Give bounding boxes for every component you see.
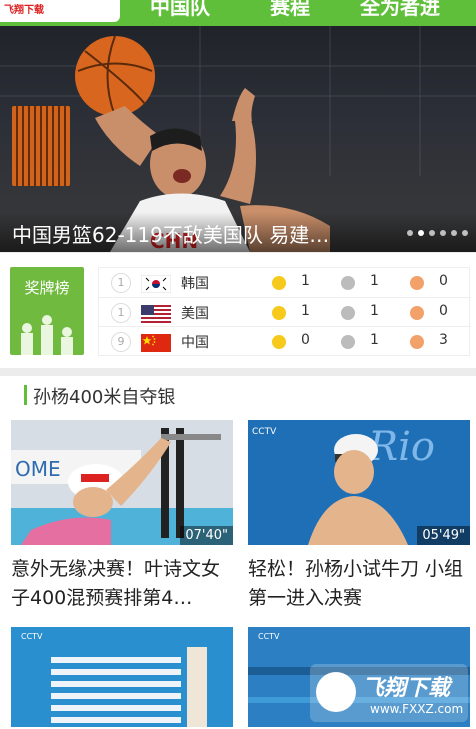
- gold-count: 1: [301, 273, 310, 289]
- gold-medal-icon: [272, 276, 286, 290]
- video-thumbnail[interactable]: OME 07'40": [11, 420, 233, 545]
- podium-icon: [22, 323, 32, 333]
- medal-table[interactable]: 1 韩国 1 1 0 1 美国 1 1 0 9 中国 0 1 3: [98, 267, 471, 356]
- podium-bar: [61, 337, 73, 355]
- country-name: 美国: [181, 306, 209, 322]
- carousel-dot[interactable]: [407, 230, 413, 236]
- podium-icon: [42, 315, 52, 325]
- silver-count: 1: [370, 303, 379, 319]
- section-accent-bar: [24, 385, 27, 405]
- country-name: 中国: [181, 335, 209, 351]
- carousel-dots: [407, 230, 468, 236]
- medal-row[interactable]: 9 中国 0 1 3: [99, 326, 471, 355]
- medal-table-badge[interactable]: 奖牌榜: [10, 267, 84, 355]
- podium-bar: [41, 325, 53, 355]
- carousel-dot-active[interactable]: [418, 230, 424, 236]
- video-duration: 05'49": [417, 526, 470, 545]
- watermark-url: www.FXXZ.com: [370, 702, 464, 716]
- bronze-count: 0: [439, 273, 448, 289]
- tab-third[interactable]: 全为者进: [360, 0, 440, 20]
- medal-panel: 奖牌榜 1 韩国 1 1 0 1 美国 1 1 0 9 中国 0 1 3: [0, 253, 476, 368]
- rank-badge: 1: [111, 273, 131, 293]
- top-nav: 飞翔下载 www.FXXZ.com 中国队 赛程 全为者进: [0, 0, 476, 38]
- silver-medal-icon: [341, 276, 355, 290]
- podium-icon: [62, 327, 72, 337]
- silver-count: 1: [370, 332, 379, 348]
- bronze-medal-icon: [410, 306, 424, 320]
- section-header: 孙杨400米自夺银: [0, 376, 476, 416]
- video-thumbnail[interactable]: Rio CCTV 05'49": [248, 420, 470, 545]
- south-korea-flag-icon: [141, 275, 171, 293]
- watermark-logo: 飞翔下载 www.FXXZ.com: [0, 0, 120, 38]
- gold-count: 1: [301, 303, 310, 319]
- section-title[interactable]: 孙杨400米自夺银: [33, 383, 175, 409]
- medal-table-title: 奖牌榜: [24, 279, 70, 297]
- hero-banner[interactable]: CHN 中国男篮62-119不敌美国队 易建…: [0, 26, 476, 252]
- medal-row[interactable]: 1 韩国 1 1 0: [99, 268, 471, 297]
- carousel-dot[interactable]: [429, 230, 435, 236]
- video-title[interactable]: 意外无缘决赛！叶诗文女子400混预赛排第4…: [11, 555, 237, 613]
- watermark-overlay: 飞翔下载 www.FXXZ.com: [310, 664, 468, 722]
- usa-flag-icon: [141, 305, 171, 323]
- pool-lanes-image: CCTV: [11, 627, 233, 727]
- tab-china-team[interactable]: 中国队: [150, 0, 210, 20]
- hero-caption[interactable]: 中国男篮62-119不敌美国队 易建…: [12, 219, 329, 248]
- silver-medal-icon: [341, 335, 355, 349]
- video-title[interactable]: 轻松！孙杨小试牛刀 小组第一进入决赛: [248, 555, 474, 613]
- gold-medal-icon: [272, 335, 286, 349]
- watermark-logo-icon: [316, 672, 356, 712]
- country-name: 韩国: [181, 276, 209, 292]
- silver-medal-icon: [341, 306, 355, 320]
- bronze-count: 0: [439, 303, 448, 319]
- svg-text:CCTV: CCTV: [258, 632, 280, 641]
- svg-text:CCTV: CCTV: [21, 632, 43, 641]
- watermark-brand: 飞翔下载: [362, 676, 451, 701]
- tab-schedule[interactable]: 赛程: [270, 0, 310, 20]
- video-thumbnail[interactable]: CCTV: [11, 627, 233, 727]
- carousel-dot[interactable]: [451, 230, 457, 236]
- carousel-dot[interactable]: [440, 230, 446, 236]
- bronze-count: 3: [439, 332, 448, 348]
- bronze-medal-icon: [410, 335, 424, 349]
- gold-medal-icon: [272, 306, 286, 320]
- rank-badge: 1: [111, 303, 131, 323]
- video-duration: 07'40": [180, 526, 233, 545]
- silver-count: 1: [370, 273, 379, 289]
- gold-count: 0: [301, 332, 310, 348]
- bronze-medal-icon: [410, 276, 424, 290]
- podium-bar: [21, 333, 33, 355]
- svg-text:CCTV: CCTV: [252, 427, 277, 437]
- china-flag-icon: [141, 334, 171, 352]
- medal-row[interactable]: 1 美国 1 1 0: [99, 297, 471, 326]
- svg-text:OME: OME: [15, 457, 61, 481]
- carousel-dot[interactable]: [462, 230, 468, 236]
- rank-badge: 9: [111, 332, 131, 352]
